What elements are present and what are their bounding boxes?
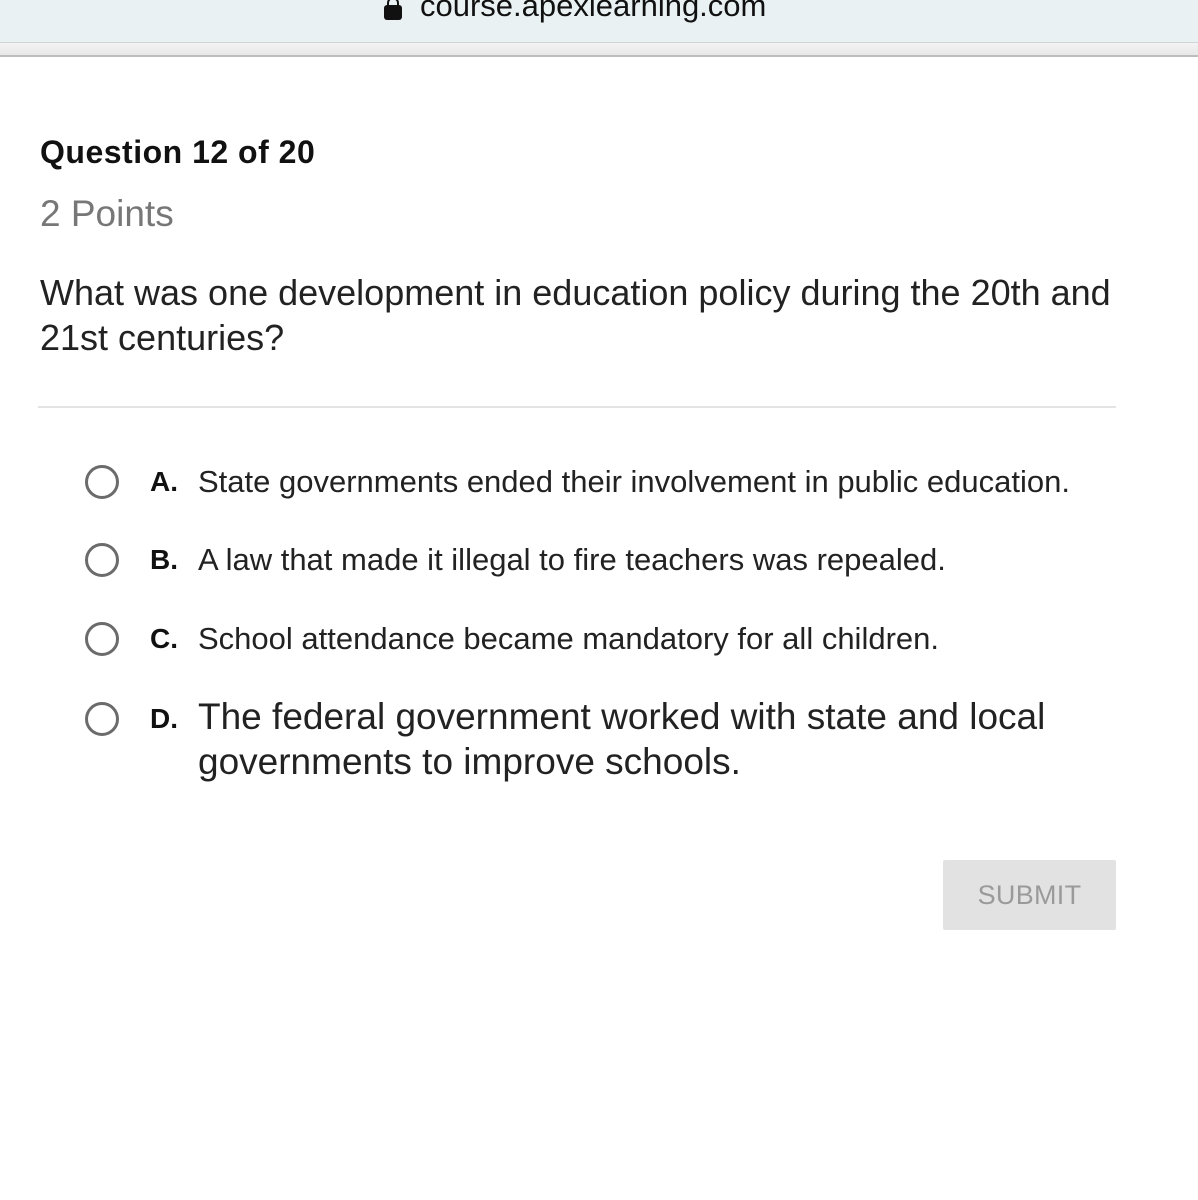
answer-option-a[interactable]: A. State governments ended their involve… (85, 463, 1070, 501)
lock-icon (384, 0, 402, 20)
option-letter: D. (150, 703, 178, 734)
question-points: 2 Points (40, 193, 174, 234)
radio-button-a[interactable] (85, 465, 119, 499)
option-letter: B. (150, 544, 178, 575)
option-text: A law that made it illegal to fire teach… (198, 542, 946, 577)
question-title: Question 12 of 20 (40, 134, 316, 170)
answer-option-d[interactable]: D. The federal government worked with st… (85, 694, 1098, 784)
divider (38, 406, 1116, 408)
option-letter: A. (150, 466, 178, 497)
url-text: course.apexlearning.com (420, 0, 767, 23)
answer-option-b[interactable]: B. A law that made it illegal to fire te… (85, 541, 946, 579)
answer-option-c[interactable]: C. School attendance became mandatory fo… (85, 620, 939, 658)
radio-button-b[interactable] (85, 543, 119, 577)
radio-button-d[interactable] (85, 702, 119, 736)
option-text: State governments ended their involvemen… (198, 464, 1070, 499)
radio-button-c[interactable] (85, 622, 119, 656)
toolbar-divider (0, 43, 1198, 57)
question-text: What was one development in education po… (40, 272, 1111, 358)
option-letter: C. (150, 623, 178, 654)
browser-address-bar: course.apexlearning.com (0, 0, 1198, 43)
option-text: School attendance became mandatory for a… (198, 621, 939, 656)
url-display[interactable]: course.apexlearning.com (384, 0, 766, 24)
option-text: The federal government worked with state… (198, 696, 1046, 782)
submit-button[interactable]: SUBMIT (943, 860, 1116, 930)
